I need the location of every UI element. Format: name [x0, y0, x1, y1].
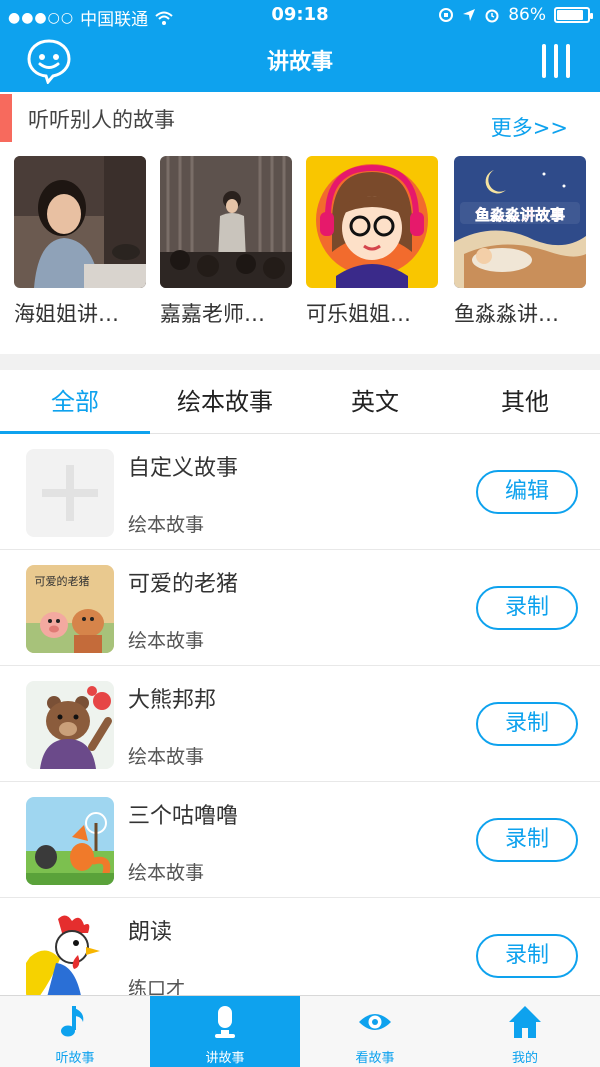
story-thumb — [26, 797, 114, 885]
featured-section: 听听别人的故事 更多>> 海姐姐讲… 嘉嘉老师… 可乐姐姐… 鱼淼淼讲故事 鱼淼… — [0, 92, 600, 354]
story-category: 绘本故事 — [128, 514, 205, 536]
featured-card[interactable]: 嘉嘉老师… — [160, 156, 292, 328]
featured-card[interactable]: 鱼淼淼讲故事 鱼淼淼讲… — [454, 156, 586, 328]
status-right: 86% — [438, 5, 593, 25]
eye-icon — [359, 1014, 391, 1030]
story-row[interactable]: 大熊邦邦 绘本故事 录制 — [0, 666, 600, 782]
story-title: 可爱的老猪 — [128, 572, 239, 597]
rooster-cover-image — [26, 913, 114, 996]
story-thumb — [26, 449, 114, 537]
tab-mine[interactable]: 我的 — [450, 996, 600, 1067]
woman-seated-photo — [14, 156, 146, 288]
record-button[interactable]: 录制 — [476, 934, 578, 978]
plus-placeholder-icon — [26, 449, 114, 537]
featured-card[interactable]: 可乐姐姐… — [306, 156, 438, 328]
accent-bar — [0, 94, 12, 142]
featured-card-name: 可乐姐姐… — [306, 302, 411, 326]
record-button[interactable]: 录制 — [476, 586, 578, 630]
battery-icon — [554, 7, 593, 23]
tab-label: 讲故事 — [205, 1051, 245, 1066]
night-scene-illustration: 鱼淼淼讲故事 — [454, 156, 586, 288]
music-note-icon — [61, 1006, 84, 1037]
featured-card-name: 海姐姐讲… — [14, 302, 119, 326]
story-row[interactable]: 朗读 练口才 录制 — [0, 898, 600, 996]
story-title: 大熊邦邦 — [128, 688, 217, 713]
tab-english[interactable]: 英文 — [300, 370, 450, 434]
story-category: 绘本故事 — [128, 862, 205, 884]
microphone-icon — [215, 1006, 235, 1038]
story-category: 绘本故事 — [128, 746, 205, 768]
story-thumb: 可爱的老猪 — [26, 565, 114, 653]
girl-headphones-avatar — [306, 156, 438, 288]
tab-all[interactable]: 全部 — [0, 370, 150, 434]
story-row[interactable]: 可爱的老猪 可爱的老猪 绘本故事 录制 — [0, 550, 600, 666]
fox-cover-image — [26, 797, 114, 885]
featured-card-image[interactable] — [306, 156, 438, 288]
tab-label: 听故事 — [55, 1051, 95, 1066]
featured-card-image[interactable] — [160, 156, 292, 288]
featured-header: 听听别人的故事 更多>> — [0, 92, 600, 148]
story-thumb — [26, 681, 114, 769]
section-divider — [0, 354, 600, 370]
battery-fill — [557, 10, 583, 20]
tab-label: 我的 — [511, 1051, 538, 1066]
story-list: 自定义故事 绘本故事 编辑 可爱的老猪 可爱的老猪 绘本故事 录制 大熊邦邦 绘… — [0, 434, 600, 996]
featured-cards: 海姐姐讲… 嘉嘉老师… 可乐姐姐… 鱼淼淼讲故事 鱼淼淼讲… — [14, 156, 594, 336]
home-icon — [509, 1006, 541, 1038]
record-button[interactable]: 录制 — [476, 818, 578, 862]
featured-card-image[interactable]: 鱼淼淼讲故事 — [454, 156, 586, 288]
tab-watch-stories[interactable]: 看故事 — [300, 996, 450, 1067]
battery-percent: 86% — [508, 5, 546, 25]
featured-title: 听听别人的故事 — [28, 108, 175, 132]
cover-title: 可爱的老猪 — [35, 574, 90, 588]
tab-picture-book[interactable]: 绘本故事 — [150, 370, 300, 434]
featured-card-image[interactable] — [14, 156, 146, 288]
menu-bars-icon[interactable] — [540, 42, 572, 80]
record-button[interactable]: 录制 — [476, 702, 578, 746]
bottom-tab-bar: 听故事 讲故事 看故事 我的 — [0, 995, 600, 1067]
story-row[interactable]: 自定义故事 绘本故事 编辑 — [0, 434, 600, 550]
story-thumb — [26, 913, 114, 996]
top-bar: ●●●○○ 中国联通 09:18 86% 讲故事 — [0, 0, 600, 92]
page-title: 讲故事 — [266, 50, 333, 75]
app-screen: ●●●○○ 中国联通 09:18 86% 讲故事 听听别人的故事 更多>> 海姐… — [0, 0, 600, 1067]
edit-button[interactable]: 编辑 — [476, 470, 578, 514]
category-tabs: 全部 绘本故事 英文 其他 — [0, 370, 600, 434]
tab-other[interactable]: 其他 — [450, 370, 600, 434]
pig-cover-image: 可爱的老猪 — [26, 565, 114, 653]
story-row[interactable]: 三个咕噜噜 绘本故事 录制 — [0, 782, 600, 898]
tab-tell-stories[interactable]: 讲故事 — [150, 996, 300, 1067]
featured-card[interactable]: 海姐姐讲… — [14, 156, 146, 328]
story-title: 朗读 — [128, 920, 173, 945]
featured-card-name: 嘉嘉老师… — [160, 302, 265, 326]
more-link[interactable]: 更多>> — [491, 112, 568, 142]
story-title: 三个咕噜噜 — [128, 804, 239, 829]
story-category: 练口才 — [128, 978, 186, 996]
featured-card-name: 鱼淼淼讲… — [454, 302, 559, 326]
teacher-stage-photo — [160, 156, 292, 288]
alarm-icon — [485, 9, 499, 23]
tab-label: 看故事 — [355, 1051, 395, 1066]
cover-title: 鱼淼淼讲故事 — [475, 206, 565, 224]
tab-listen-stories[interactable]: 听故事 — [0, 996, 150, 1067]
bear-cover-image — [26, 681, 114, 769]
location-arrow-icon — [463, 9, 476, 21]
status-bar: ●●●○○ 中国联通 09:18 86% — [0, 0, 600, 30]
rotation-lock-icon — [439, 8, 454, 22]
story-title: 自定义故事 — [128, 456, 239, 481]
story-category: 绘本故事 — [128, 630, 205, 652]
